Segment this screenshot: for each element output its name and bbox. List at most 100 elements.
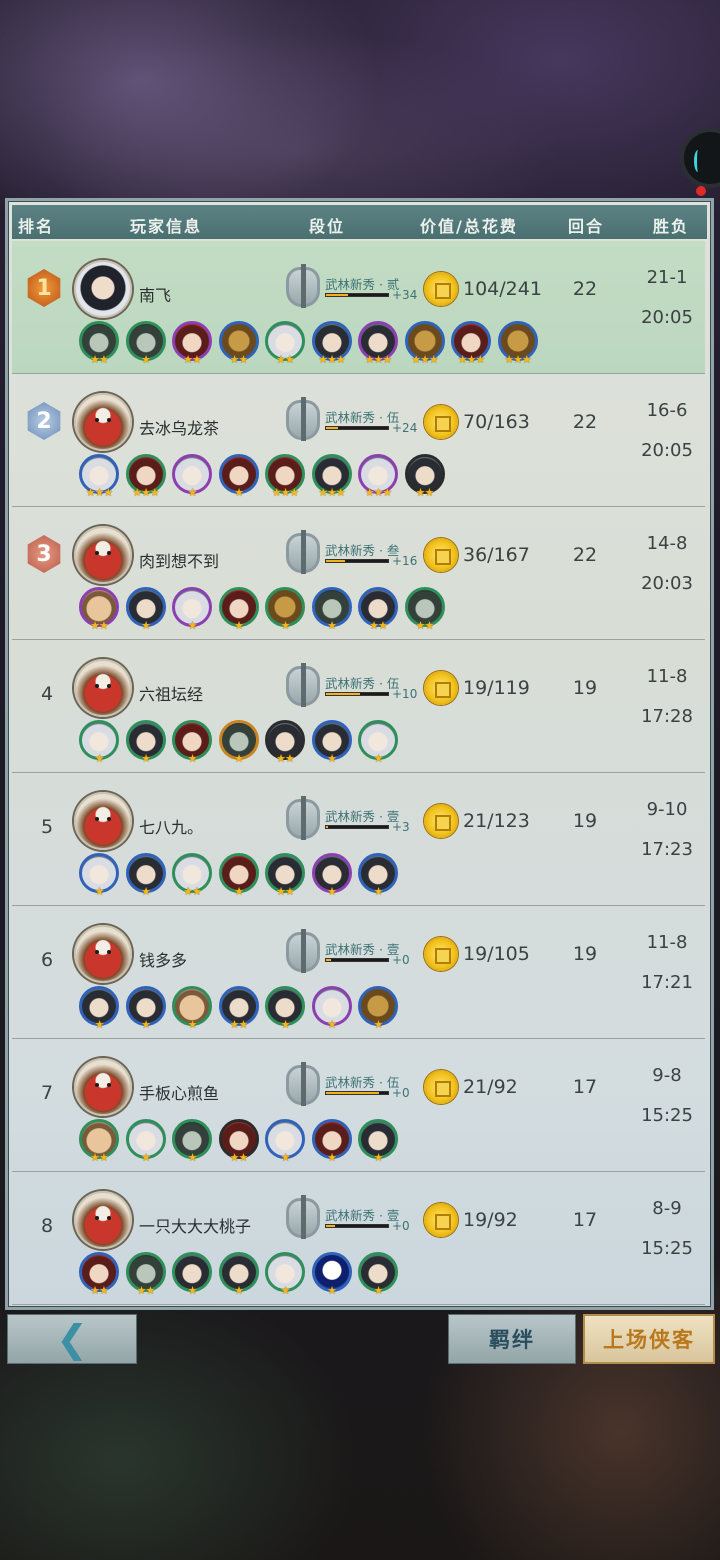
hero-star-rating: ★ [327, 752, 337, 765]
hero-star-rating: ★★ [90, 619, 109, 632]
player-row[interactable]: 2 去冰乌龙茶 武林新秀 · 伍 +24 70/163 22 16-6 20:0… [12, 374, 705, 507]
tier-progress-fill [326, 294, 348, 296]
rounds-count: 19 [572, 943, 598, 965]
hero-star-rating: ★ [141, 752, 151, 765]
header-tier: 段位 [309, 217, 346, 236]
back-button[interactable]: ❮ [7, 1314, 137, 1364]
value-total-cost: 36/167 [463, 544, 530, 566]
hero-star-rating: ★★ [90, 353, 109, 366]
hero-star-rating: ★★★ [85, 486, 114, 499]
win-loss: 11-8 [646, 932, 688, 953]
hero-star-rating: ★ [94, 885, 105, 898]
player-row[interactable]: 4 六祖坛经 武林新秀 · 伍 +10 19/119 19 11-8 17:28… [12, 640, 705, 773]
tier-progress-fill [326, 1092, 379, 1094]
avatar[interactable] [74, 526, 132, 584]
hero-star-rating: ★★ [90, 1151, 109, 1164]
game-time: 20:03 [641, 573, 693, 594]
coin-icon [424, 272, 458, 306]
hero-star-rating: ★ [280, 1151, 291, 1164]
hero-star-rating: ★★★ [318, 486, 346, 499]
game-time: 15:25 [641, 1238, 693, 1259]
hero-lineup: ★★★★★★★★★ [74, 1119, 554, 1169]
hero-star-rating: ★★★ [504, 353, 532, 366]
win-loss: 8-9 [652, 1198, 682, 1219]
tier-label: 武林新秀 · 伍 [325, 676, 400, 691]
deploy-heroes-button[interactable]: 上场侠客 [583, 1314, 715, 1364]
player-name: 南飞 [139, 286, 172, 305]
coin-icon [424, 804, 458, 838]
hero-star-rating: ★★ [276, 353, 295, 366]
win-loss: 21-1 [646, 267, 688, 288]
hero-star-rating: ★ [327, 885, 337, 898]
player-row[interactable]: 7 手板心煎鱼 武林新秀 · 伍 +0 21/92 17 9-8 15:25 ★… [12, 1039, 705, 1172]
game-time: 20:05 [641, 307, 693, 328]
hero-star-rating: ★ [280, 619, 291, 632]
hero-star-rating: ★★★ [457, 353, 486, 366]
player-name: 手板心煎鱼 [139, 1084, 220, 1103]
hero-star-rating: ★ [234, 752, 244, 765]
hero-star-rating: ★★★ [271, 486, 300, 499]
value-total-cost: 21/123 [463, 810, 530, 832]
tier-progress-fill [326, 693, 361, 695]
hero-star-rating: ★★★ [318, 353, 346, 366]
hero-star-rating: ★ [187, 1151, 198, 1164]
value-total-cost: 21/92 [463, 1076, 518, 1098]
avatar[interactable] [74, 393, 132, 451]
hero-star-rating: ★ [187, 752, 198, 765]
hero-star-rating: ★ [234, 486, 244, 499]
arrow-left-icon: ❮ [56, 1317, 88, 1361]
hero-lineup: ★★★★★★★★★ [74, 1252, 554, 1302]
avatar[interactable] [74, 1191, 132, 1249]
tier-badge-icon [286, 663, 320, 707]
tier-points: +0 [392, 1086, 410, 1100]
tier-progress-bar [325, 1224, 389, 1228]
player-row[interactable]: 1 南飞 武林新秀 · 贰 +34 104/241 22 21-1 20:05 … [12, 241, 705, 374]
value-total-cost: 19/92 [463, 1209, 518, 1231]
tier-badge-icon [286, 929, 320, 973]
coin-icon [424, 1203, 458, 1237]
hero-star-rating: ★ [234, 885, 244, 898]
hero-star-rating: ★ [141, 1018, 151, 1031]
avatar[interactable] [74, 925, 132, 983]
tier-badge-icon [286, 1195, 320, 1239]
rounds-count: 17 [572, 1076, 598, 1098]
win-loss: 11-8 [646, 666, 688, 687]
tier-progress-bar [325, 426, 389, 430]
avatar[interactable] [74, 1058, 132, 1116]
rank-number: 4 [40, 683, 54, 705]
hero-star-rating: ★ [94, 1018, 105, 1031]
player-row[interactable]: 3 肉到想不到 武林新秀 · 叁 +16 36/167 22 14-8 20:0… [12, 507, 705, 640]
rounds-count: 22 [572, 278, 598, 300]
hero-lineup: ★★★★★★★★ [74, 986, 554, 1036]
avatar[interactable] [74, 260, 132, 318]
hero-star-rating: ★★ [229, 1018, 249, 1031]
ring-widget[interactable] [680, 128, 720, 188]
tier-points: +10 [392, 687, 418, 701]
rounds-count: 19 [572, 810, 598, 832]
rank-number: 7 [40, 1082, 54, 1104]
avatar[interactable] [74, 792, 132, 850]
hero-star-rating: ★ [141, 353, 151, 366]
hero-star-rating: ★★★ [411, 353, 439, 366]
tier-points: +34 [392, 288, 418, 302]
avatar[interactable] [74, 659, 132, 717]
hero-star-rating: ★★ [90, 1284, 109, 1297]
hero-star-rating: ★ [280, 1018, 291, 1031]
hero-star-rating: ★★★ [364, 486, 393, 499]
hero-star-rating: ★ [141, 619, 151, 632]
hero-star-rating: ★ [234, 1284, 244, 1297]
hero-star-rating: ★★ [415, 486, 435, 499]
tier-points: +24 [392, 421, 418, 435]
player-row[interactable]: 8 一只大大大桃子 武林新秀 · 壹 +0 19/92 17 8-9 15:25… [12, 1172, 705, 1305]
rounds-count: 22 [572, 411, 598, 433]
player-row[interactable]: 5 七八九。 武林新秀 · 壹 +3 21/123 19 9-10 17:23 … [12, 773, 705, 906]
tier-points: +0 [392, 953, 410, 967]
hero-star-rating: ★★ [229, 353, 249, 366]
tier-progress-fill [326, 1225, 336, 1227]
bond-button[interactable]: 羁绊 [448, 1314, 576, 1364]
tier-progress-fill [326, 959, 331, 961]
hero-star-rating: ★ [187, 619, 198, 632]
player-row[interactable]: 6 钱多多 武林新秀 · 壹 +0 19/105 19 11-8 17:21 ★… [12, 906, 705, 1039]
win-loss: 16-6 [646, 400, 688, 421]
player-name: 去冰乌龙茶 [139, 419, 220, 438]
